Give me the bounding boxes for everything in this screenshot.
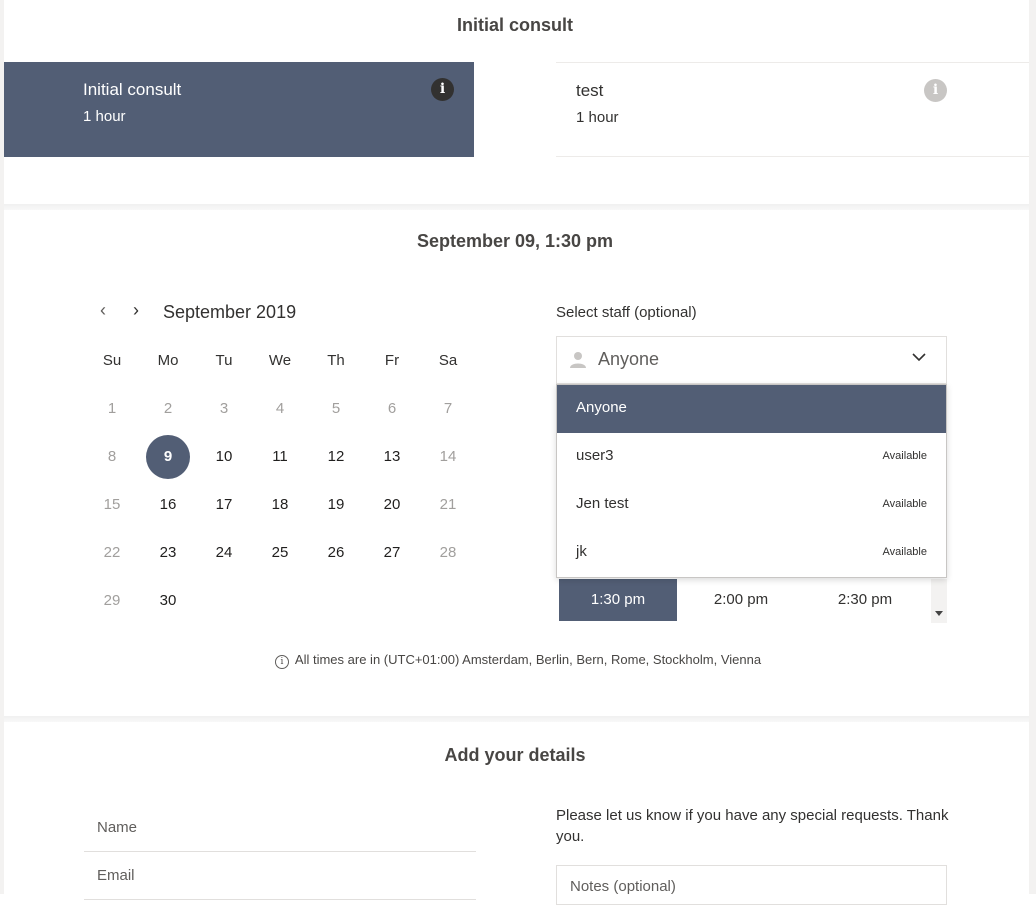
section-divider	[4, 716, 1029, 722]
staff-option-anyone[interactable]: Anyone	[557, 385, 946, 433]
staff-option-name: Jen test	[576, 495, 629, 512]
time-slot[interactable]: 1:30 pm	[559, 579, 677, 621]
special-requests-text: Please let us know if you have any speci…	[556, 807, 949, 845]
calendar-day[interactable]: 12	[314, 435, 358, 479]
service-duration: 1 hour	[83, 108, 126, 125]
service-name: Initial consult	[83, 80, 182, 99]
weekday-header: Mo	[157, 352, 179, 369]
time-slot[interactable]: 2:00 pm	[682, 579, 800, 621]
scroll-down-icon[interactable]	[935, 611, 943, 616]
service-duration: 1 hour	[576, 109, 619, 126]
chevron-down-icon	[912, 353, 926, 362]
notes-placeholder: Notes (optional)	[570, 878, 676, 895]
calendar-day[interactable]: 13	[370, 435, 414, 479]
calendar-day[interactable]: 16	[146, 483, 190, 527]
info-icon[interactable]: i	[431, 78, 454, 101]
timezone-text: All times are in (UTC+01:00) Amsterdam, …	[294, 652, 762, 667]
name-field[interactable]: Name	[84, 804, 476, 852]
datetime-heading: September 09, 1:30 pm	[416, 231, 614, 251]
calendar-day[interactable]: 19	[314, 483, 358, 527]
calendar-day: 4	[275, 400, 285, 417]
calendar-day: 2	[163, 400, 173, 417]
time-scrollbar[interactable]	[931, 579, 947, 623]
prev-month-icon[interactable]: ‹	[100, 300, 106, 321]
calendar-day[interactable]: 9	[146, 435, 190, 479]
staff-option-name: jk	[576, 543, 587, 560]
weekday-header: Th	[327, 352, 345, 369]
calendar-day[interactable]: 26	[314, 531, 358, 575]
calendar-day[interactable]: 17	[202, 483, 246, 527]
calendar-day[interactable]: 25	[258, 531, 302, 575]
service-card-initial-consult[interactable]: Initial consult 1 hour i	[4, 62, 474, 157]
staff-availability: Available	[882, 498, 927, 510]
calendar-day: 22	[103, 544, 121, 561]
calendar-day[interactable]: 24	[202, 531, 246, 575]
staff-option-jk[interactable]: jk Available	[557, 529, 946, 577]
info-icon[interactable]: i	[924, 79, 947, 102]
staff-availability: Available	[882, 450, 927, 462]
calendar-day: 5	[331, 400, 341, 417]
calendar-day: 8	[107, 448, 117, 465]
service-name: test	[576, 81, 604, 100]
calendar-day[interactable]: 11	[258, 435, 302, 479]
service-card-test[interactable]: test 1 hour i	[556, 62, 1029, 157]
timezone-note: i All times are in (UTC+01:00) Amsterdam,…	[0, 652, 1036, 669]
calendar-day: 3	[219, 400, 229, 417]
calendar-day[interactable]: 18	[258, 483, 302, 527]
name-placeholder: Name	[97, 819, 138, 836]
calendar-day: 1	[107, 400, 117, 417]
weekday-header: Tu	[215, 352, 233, 369]
staff-option-jen-test[interactable]: Jen test Available	[557, 481, 946, 529]
staff-selected-value: Anyone	[598, 349, 660, 369]
email-placeholder: Email	[97, 867, 135, 884]
details-heading: Add your details	[444, 745, 586, 765]
time-slot[interactable]: 2:30 pm	[806, 579, 924, 621]
calendar-day[interactable]: 20	[370, 483, 414, 527]
weekday-header: We	[268, 352, 292, 369]
calendar-day: 29	[103, 592, 121, 609]
month-label: September 2019	[163, 302, 297, 322]
calendar-day[interactable]: 23	[146, 531, 190, 575]
calendar-day: 15	[103, 496, 121, 513]
notes-field[interactable]: Notes (optional)	[556, 865, 947, 905]
calendar-day: 21	[439, 496, 457, 513]
person-icon	[570, 352, 586, 368]
page-right-edge	[1029, 0, 1036, 894]
calendar-day[interactable]: 10	[202, 435, 246, 479]
service-heading: Initial consult	[456, 15, 573, 35]
calendar-day: 14	[439, 448, 457, 465]
staff-option-user3[interactable]: user3 Available	[557, 433, 946, 481]
staff-availability: Available	[882, 546, 927, 558]
staff-label: Select staff (optional)	[556, 304, 697, 321]
info-outline-icon: i	[274, 655, 289, 669]
calendar-day: 6	[387, 400, 397, 417]
weekday-header: Su	[102, 352, 122, 369]
weekday-header: Fr	[384, 352, 400, 369]
calendar-day[interactable]: 27	[370, 531, 414, 575]
staff-options-list: Anyone user3 Available Jen test Availabl…	[556, 384, 947, 578]
next-month-icon[interactable]: ›	[133, 300, 139, 321]
calendar-day: 7	[443, 400, 453, 417]
staff-option-name: Anyone	[576, 399, 627, 416]
weekday-header: Sa	[438, 352, 458, 369]
section-divider	[4, 204, 1029, 210]
email-field[interactable]: Email	[84, 852, 476, 900]
calendar-day: 28	[439, 544, 457, 561]
calendar-day[interactable]: 30	[146, 579, 190, 623]
staff-option-name: user3	[576, 447, 614, 464]
staff-dropdown-trigger[interactable]: Anyone	[556, 336, 947, 384]
